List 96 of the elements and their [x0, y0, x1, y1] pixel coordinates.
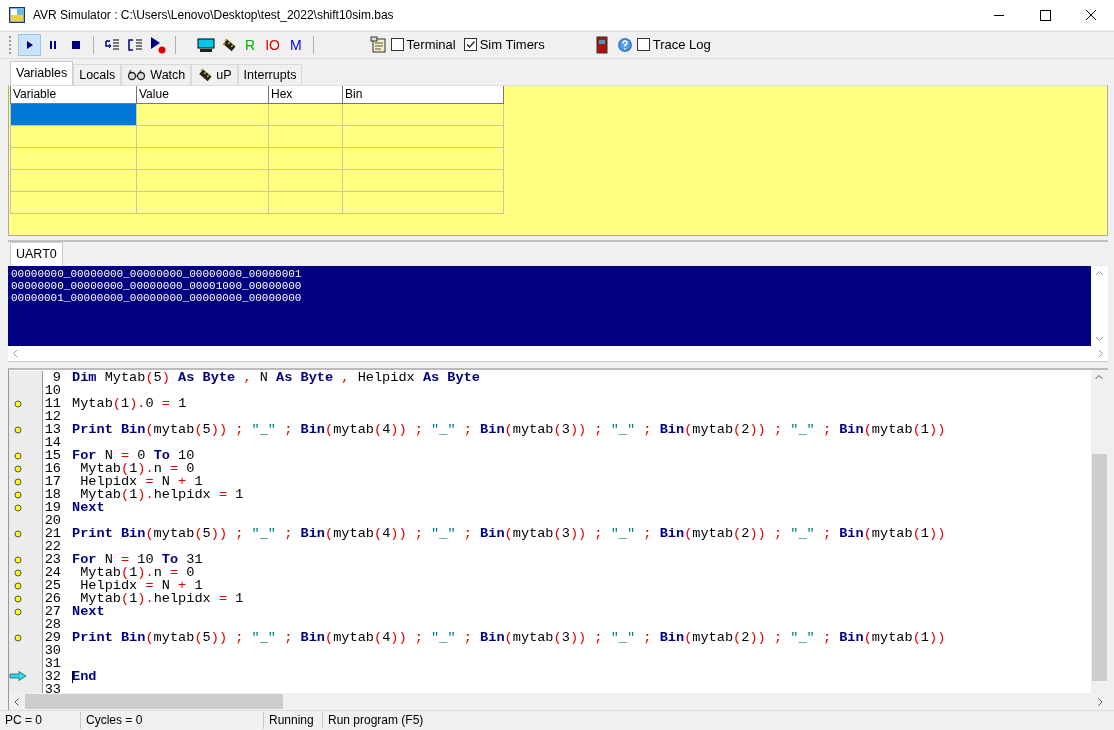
checkbox[interactable]: Sim Timers — [463, 37, 545, 53]
toolbar-letter-button[interactable]: IO — [260, 36, 285, 53]
line-number: 15 — [44, 448, 61, 464]
help-icon — [617, 36, 634, 53]
line-number: 26 — [44, 591, 61, 607]
breakpoint-icon[interactable] — [14, 478, 22, 487]
line-number: 25 — [44, 578, 61, 594]
breakpoint-icon[interactable] — [14, 491, 22, 500]
run-button[interactable] — [18, 33, 41, 56]
tab[interactable]: uP — [191, 63, 238, 85]
code-line: Mytab(1).helpidx = 1 — [80, 591, 244, 607]
status-text: Cycles = 0 — [81, 712, 264, 730]
pause-icon — [47, 39, 58, 50]
line-number: 19 — [44, 500, 61, 516]
line-number: 10 — [44, 383, 61, 399]
play-dot-icon — [148, 35, 167, 54]
breakpoint-icon[interactable] — [14, 608, 22, 617]
code-line: Mytab(1).0 = 1 — [72, 396, 187, 412]
column-header[interactable]: Value — [136, 85, 269, 104]
line-number: 33 — [44, 682, 61, 694]
stop-icon — [70, 39, 81, 50]
line-number: 9 — [52, 370, 61, 386]
gutter-cell[interactable] — [9, 683, 43, 694]
tab[interactable]: Locals — [73, 63, 122, 85]
line-number: 14 — [44, 435, 61, 451]
line-number: 11 — [44, 396, 61, 412]
line-number: 29 — [44, 630, 61, 646]
window-title: AVR Simulator : C:\Users\Lenovo\Desktop\test_2022\shift10sim.bas — [33, 8, 395, 22]
line-number: 27 — [44, 604, 61, 620]
code-line: Mytab(1).helpidx = 1 — [80, 487, 244, 503]
breakpoint-icon[interactable] — [14, 504, 22, 513]
terminal-output: 00000000_00000000_00000000_00000000_00000001 00000000_00000000_00000000_00001000_00000000 00000001_00000000_00000000_00000000_00000000 — [8, 265, 1091, 346]
breakpoint-icon[interactable] — [14, 465, 22, 474]
play-icon — [24, 39, 35, 50]
breakpoint-icon[interactable] — [14, 595, 22, 604]
line-number: 18 — [44, 487, 61, 503]
code-line: Next — [72, 500, 105, 516]
checkbox[interactable]: Trace Log — [636, 37, 711, 53]
code-line: Helpidx = N + 1 — [79, 578, 203, 594]
line-number: 30 — [44, 643, 61, 659]
step-over-icon — [125, 36, 144, 53]
breakpoint-icon[interactable] — [14, 452, 22, 461]
line-number: 23 — [44, 552, 61, 568]
line-number: 24 — [44, 565, 61, 581]
display-icon — [196, 36, 215, 53]
code-line: For N = 10 To 31 — [72, 552, 203, 568]
code-line: Print Bin(mytab(5)) ; "_" ; Bin(mytab(4)) ; "_" ; Bin(mytab(3)) ; "_" ; Bin(mytab(2)) ; "_" ; Bin(mytab(1)) — [72, 526, 946, 542]
app-icon — [9, 7, 25, 23]
line-number: 22 — [44, 539, 61, 555]
code-line: End — [72, 669, 97, 685]
column-header[interactable]: Variable — [10, 85, 137, 104]
code-line: Mytab(1).n = 0 — [79, 461, 195, 477]
breakpoint-icon[interactable] — [14, 569, 22, 578]
tab[interactable]: Variables — [10, 60, 74, 85]
breakpoint-icon[interactable] — [14, 400, 22, 409]
line-number: 32 — [44, 669, 61, 685]
line-number: 13 — [44, 422, 61, 438]
notepad-icon — [370, 35, 389, 54]
line-number: 21 — [44, 526, 61, 542]
code-line: Helpidx = N + 1 — [79, 474, 203, 490]
column-header[interactable]: Bin — [342, 85, 504, 104]
breakpoint-icon[interactable] — [14, 426, 22, 435]
status-text: Run program (F5) — [327, 712, 425, 730]
scrollbar-thumb[interactable] — [25, 694, 283, 710]
step-into-icon — [102, 36, 121, 53]
code-line: For N = 0 To 10 — [72, 448, 195, 464]
glasses-icon — [127, 68, 148, 81]
tab[interactable]: UART0 — [10, 241, 63, 266]
line-number: 31 — [44, 656, 61, 672]
breakpoint-icon[interactable] — [14, 530, 22, 539]
code-line: Print Bin(mytab(5)) ; "_" ; Bin(mytab(4)) ; "_" ; Bin(mytab(3)) ; "_" ; Bin(mytab(2)) ; "_" ; Bin(mytab(1)) — [72, 630, 946, 646]
status-text: Running — [264, 712, 323, 730]
toolbar-letter-button[interactable]: M — [284, 36, 307, 53]
line-number: 20 — [44, 513, 61, 529]
breakpoint-icon[interactable] — [14, 556, 22, 565]
line-number: 28 — [44, 617, 61, 633]
tab[interactable]: Interrupts — [237, 63, 303, 85]
line-number: 17 — [44, 474, 61, 490]
selected-cell[interactable] — [10, 103, 137, 126]
scrollbar-thumb[interactable] — [1092, 454, 1107, 682]
checkbox[interactable]: Terminal — [390, 37, 456, 53]
door-icon — [596, 35, 609, 54]
code-line: Mytab(1).n = 0 — [79, 565, 195, 581]
code-line: Print Bin(mytab(5)) ; "_" ; Bin(mytab(4)) ; "_" ; Bin(mytab(3)) ; "_" ; Bin(mytab(2)) ; "_" ; Bin(mytab(1)) — [72, 422, 946, 438]
chip-icon — [220, 36, 237, 53]
tab[interactable]: Watch — [121, 63, 192, 85]
breakpoint-icon[interactable] — [14, 634, 22, 643]
check-icon — [464, 39, 476, 51]
code-line: Dim Mytab(5) As Byte , N As Byte , Helpidx As Byte — [72, 370, 480, 386]
line-number: 12 — [44, 409, 61, 425]
gutter-cell[interactable] — [9, 371, 43, 385]
status-text: PC = 0 — [0, 712, 81, 730]
breakpoint-icon[interactable] — [14, 582, 22, 591]
column-header[interactable]: Hex — [268, 85, 343, 104]
code-line: Next — [72, 604, 105, 620]
line-number: 16 — [44, 461, 61, 477]
